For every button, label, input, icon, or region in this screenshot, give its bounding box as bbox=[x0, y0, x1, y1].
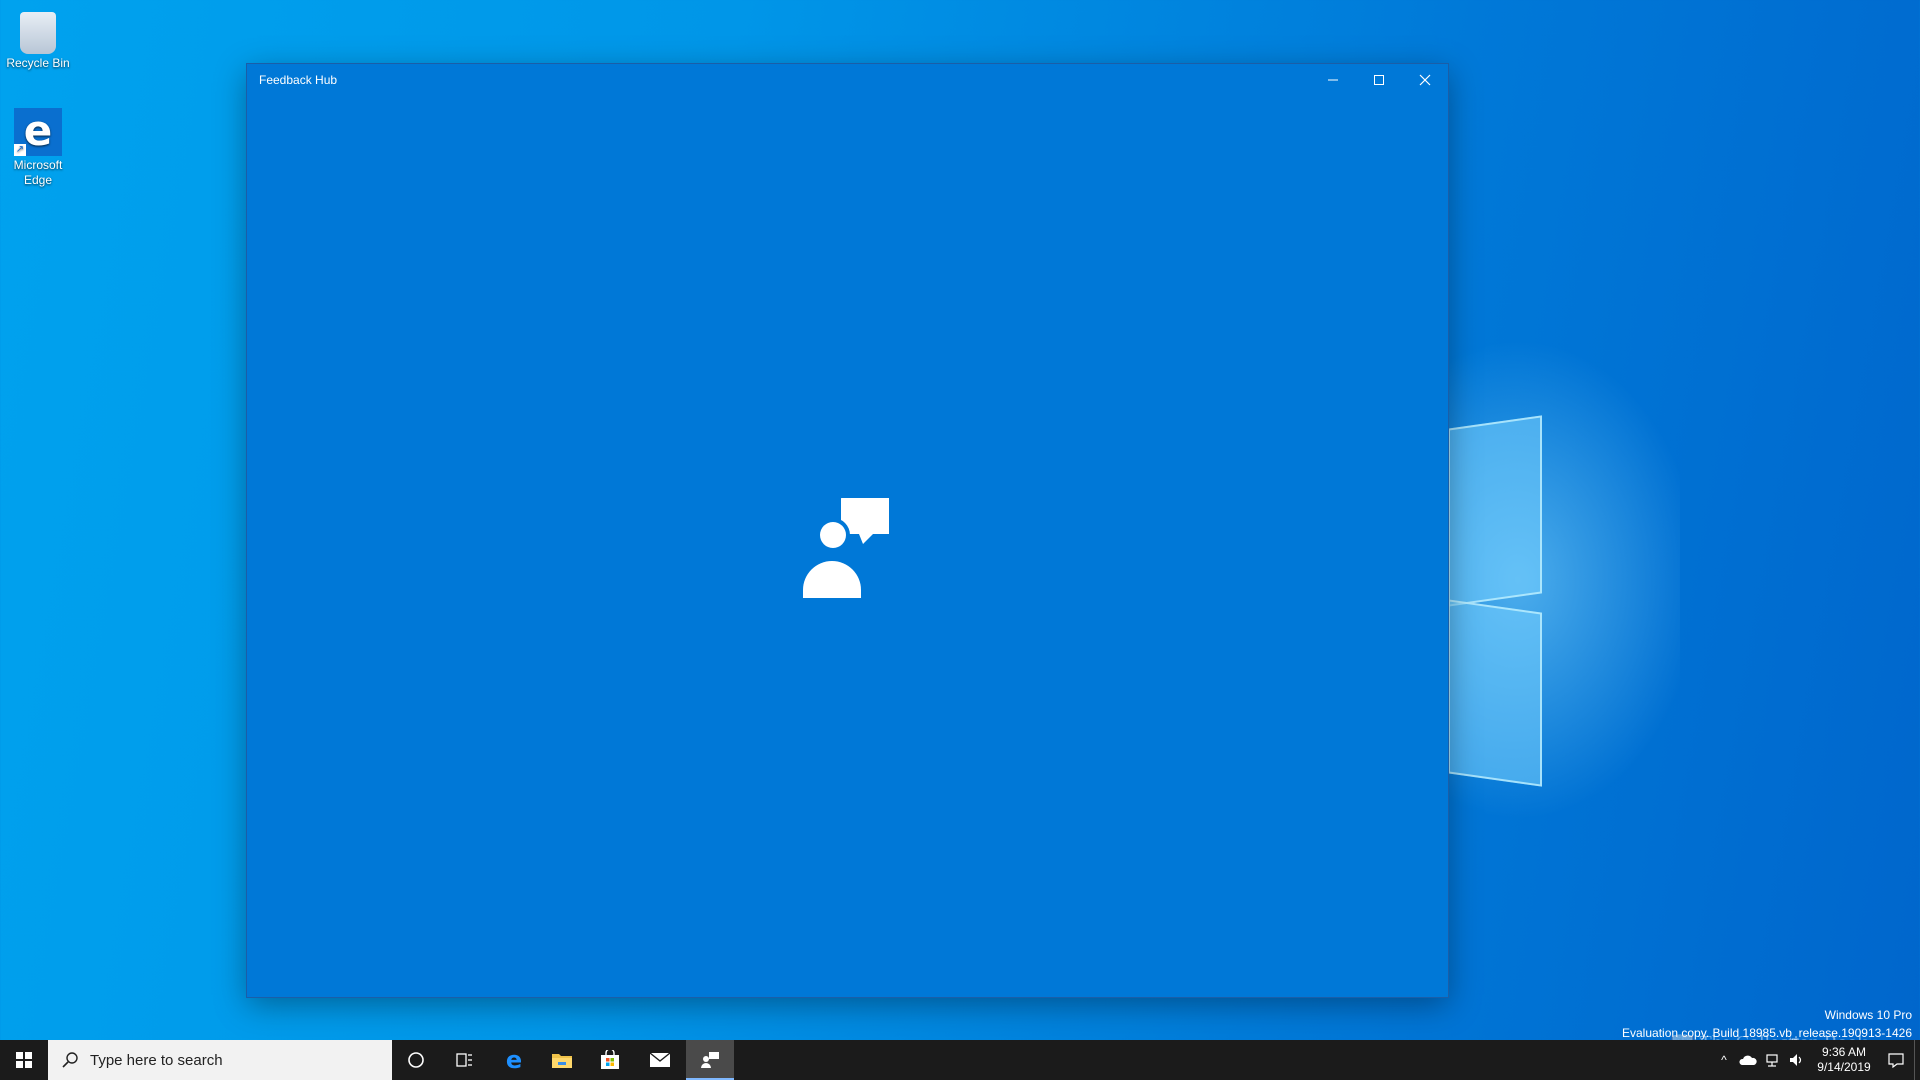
desktop-icon-microsoft-edge[interactable]: e ↗ Microsoft Edge bbox=[0, 108, 78, 188]
start-button[interactable] bbox=[0, 1040, 48, 1080]
speaker-icon bbox=[1790, 1054, 1802, 1066]
maximize-button[interactable] bbox=[1356, 64, 1402, 96]
taskbar-edge-button[interactable]: e bbox=[490, 1040, 538, 1080]
show-desktop-button[interactable] bbox=[1914, 1040, 1920, 1080]
clock-date: 9/14/2019 bbox=[1817, 1060, 1871, 1074]
windows-logo-lower-pane bbox=[1448, 599, 1542, 787]
chevron-up-icon: ^ bbox=[1721, 1053, 1727, 1067]
network-icon bbox=[1766, 1054, 1778, 1067]
onedrive-tray-button[interactable] bbox=[1736, 1040, 1760, 1080]
taskbar-file-explorer-button[interactable] bbox=[538, 1040, 586, 1080]
clock[interactable]: 9:36 AM 9/14/2019 bbox=[1808, 1040, 1880, 1080]
edge-icon: e ↗ bbox=[14, 108, 62, 156]
cortana-icon bbox=[408, 1052, 424, 1068]
clock-time: 9:36 AM bbox=[1821, 1045, 1867, 1059]
desktop-icon-label: Microsoft Edge bbox=[13, 158, 63, 187]
feedback-person-chat-icon bbox=[803, 498, 889, 598]
cortana-button[interactable] bbox=[392, 1040, 440, 1080]
edition-text: Windows 10 Pro bbox=[1824, 1008, 1912, 1022]
windows-logo-upper-pane bbox=[1448, 415, 1542, 607]
task-view-icon bbox=[456, 1053, 472, 1067]
action-center-button[interactable] bbox=[1880, 1040, 1912, 1080]
close-button[interactable] bbox=[1402, 64, 1448, 96]
windows-start-icon bbox=[16, 1052, 32, 1068]
taskbar-store-button[interactable] bbox=[586, 1040, 634, 1080]
desktop-icon-recycle-bin[interactable]: Recycle Bin bbox=[0, 8, 78, 71]
task-view-button[interactable] bbox=[440, 1040, 488, 1080]
window-titlebar[interactable]: Feedback Hub bbox=[247, 64, 1448, 96]
search-placeholder: Type here to search bbox=[90, 1051, 223, 1069]
folder-icon bbox=[552, 1054, 572, 1068]
notifications-icon bbox=[1888, 1053, 1904, 1068]
network-tray-button[interactable] bbox=[1760, 1040, 1784, 1080]
taskbar-mail-button[interactable] bbox=[636, 1040, 684, 1080]
desktop-icon-label: Recycle Bin bbox=[6, 56, 70, 70]
maximize-icon bbox=[1374, 75, 1384, 85]
minimize-button[interactable] bbox=[1310, 64, 1356, 96]
onedrive-cloud-icon bbox=[1739, 1055, 1757, 1065]
window-title: Feedback Hub bbox=[259, 73, 338, 87]
close-icon bbox=[1419, 74, 1431, 86]
taskbar: Type here to search e ^ 9:36 AM 9/14/201… bbox=[0, 1040, 1920, 1080]
feedback-hub-icon bbox=[701, 1052, 719, 1068]
recycle-bin-icon bbox=[20, 12, 56, 54]
taskbar-feedback-hub-button[interactable] bbox=[686, 1040, 734, 1080]
edge-icon: e bbox=[505, 1046, 523, 1074]
minimize-icon bbox=[1328, 79, 1338, 81]
volume-tray-button[interactable] bbox=[1784, 1040, 1808, 1080]
store-bag-icon bbox=[601, 1050, 619, 1069]
mail-icon bbox=[649, 1052, 671, 1067]
show-hidden-icons-button[interactable]: ^ bbox=[1712, 1040, 1736, 1080]
shortcut-arrow-icon: ↗ bbox=[14, 144, 26, 156]
search-icon bbox=[62, 1052, 78, 1068]
search-box[interactable]: Type here to search bbox=[48, 1040, 392, 1080]
feedback-hub-window: Feedback Hub bbox=[247, 64, 1448, 997]
